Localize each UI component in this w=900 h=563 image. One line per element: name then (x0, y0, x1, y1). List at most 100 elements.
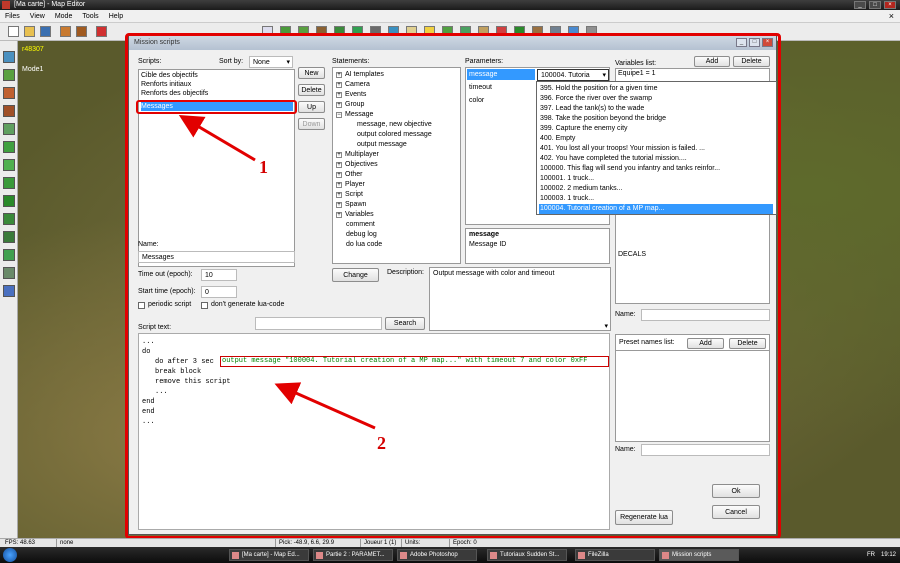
dialog-close-button[interactable]: × (762, 38, 773, 47)
add-variable-button[interactable]: Add (694, 56, 730, 67)
house-icon[interactable] (3, 105, 15, 117)
unit-icon[interactable] (3, 249, 15, 261)
dropdown-item[interactable]: 100003. 1 truck... (539, 194, 773, 204)
statement-node[interactable]: + Camera (336, 80, 370, 89)
expand-icon[interactable]: + (336, 182, 342, 188)
statement-node[interactable]: + Player (336, 180, 365, 189)
starttime-input[interactable]: 0 (201, 286, 237, 298)
dropdown-item[interactable]: 397. Lead the tank(s) to the wade (539, 104, 773, 114)
statements-tree[interactable]: + AI templates + Camera + Events + Group − Me… (332, 67, 461, 264)
statement-node[interactable]: + Other (336, 170, 363, 179)
start-button-icon[interactable] (3, 548, 17, 562)
script-search-input[interactable] (255, 317, 382, 330)
expand-icon[interactable]: + (336, 92, 342, 98)
expand-icon[interactable]: + (336, 152, 342, 158)
dropdown-item[interactable]: 100001. 1 truck... (539, 174, 773, 184)
dropdown-item[interactable]: 402. You have completed the tutorial mis… (539, 154, 773, 164)
script-item[interactable]: Renforts initiaux (141, 80, 191, 89)
new-file-icon[interactable] (8, 26, 19, 37)
statement-node[interactable]: + Objectives (336, 160, 378, 169)
timeout-input[interactable]: 10 (201, 269, 237, 281)
tree-icon[interactable] (3, 213, 15, 225)
layer-icon[interactable] (3, 51, 15, 63)
statement-leaf[interactable]: comment (346, 220, 375, 229)
new-script-button[interactable]: New (298, 67, 325, 79)
taskbar-item-active[interactable]: Mission scripts (659, 549, 739, 561)
statement-node[interactable]: − Message (336, 110, 373, 119)
param-row-color[interactable]: color (467, 95, 535, 106)
layer-icon[interactable] (3, 69, 15, 81)
variable-item[interactable]: DECALS (618, 251, 646, 258)
variable-item[interactable]: Equipe1 = 1 (618, 70, 656, 77)
unit-icon[interactable] (3, 231, 15, 243)
dropdown-item[interactable]: 100002. 2 medium tanks... (539, 184, 773, 194)
delete-preset-button[interactable]: Delete (729, 338, 766, 349)
taskbar-item[interactable]: Tutoriaux Sudden St... (487, 549, 567, 561)
person-icon[interactable] (3, 285, 15, 297)
statement-leaf[interactable]: debug log (346, 230, 377, 239)
expand-icon[interactable]: + (336, 82, 342, 88)
menu-mode[interactable]: Mode (55, 13, 73, 20)
save-icon[interactable] (40, 26, 51, 37)
script-text-area[interactable]: ... do do after 3 sec output message "10… (138, 333, 610, 530)
script-item[interactable]: Cible des objectifs (141, 71, 198, 80)
sortby-select[interactable]: None ▾ (249, 56, 293, 68)
dropdown-item[interactable]: 401. You lost all your troops! Your miss… (539, 144, 773, 154)
statement-node[interactable]: + Spawn (336, 200, 366, 209)
taskbar-item[interactable]: [Ma carte] - Map Ed... (229, 549, 309, 561)
dialog-minimize-button[interactable]: _ (736, 38, 747, 47)
param-row-timeout[interactable]: timeout (467, 82, 535, 93)
expand-icon[interactable]: + (336, 202, 342, 208)
language-indicator[interactable]: FR (867, 547, 875, 563)
maximize-button[interactable]: □ (869, 1, 881, 9)
statement-leaf[interactable]: do lua code (346, 240, 382, 249)
dialog-maximize-button[interactable]: □ (749, 38, 760, 47)
clock[interactable]: 19:12 (881, 547, 896, 563)
cd-icon[interactable] (96, 26, 107, 37)
message-dropdown-list[interactable]: 395. Hold the position for a given time … (536, 81, 777, 215)
expand-icon[interactable]: + (336, 102, 342, 108)
dropdown-item[interactable]: 396. Force the river over the swamp (539, 94, 773, 104)
menu-files[interactable]: Files (5, 13, 20, 20)
taskbar-item[interactable]: Partie 2 : PARAMET... (313, 549, 393, 561)
menu-tools[interactable]: Tools (82, 13, 98, 20)
statement-leaf[interactable]: output message (357, 140, 407, 149)
scrollbar-arrow-icon[interactable]: ▾ (604, 322, 608, 330)
dropdown-item[interactable]: 100000. This flag will send you infantry… (539, 164, 773, 174)
regenerate-lua-button[interactable]: Regenerate lua (615, 510, 673, 525)
statement-node[interactable]: + Script (336, 190, 363, 199)
minimize-button[interactable]: _ (854, 1, 866, 9)
dropdown-item-selected[interactable]: 100004. Tutorial creation of a MP map... (539, 204, 773, 214)
grass-icon[interactable] (3, 159, 15, 171)
menu-view[interactable]: View (30, 13, 45, 20)
expand-icon[interactable]: + (336, 212, 342, 218)
move-down-button[interactable]: Down (298, 118, 325, 130)
statement-node[interactable]: + Group (336, 100, 364, 109)
statement-node[interactable]: + Events (336, 90, 366, 99)
collapse-icon[interactable]: − (336, 112, 342, 118)
expand-icon[interactable]: + (336, 192, 342, 198)
grass-icon[interactable] (3, 141, 15, 153)
delete-variable-button[interactable]: Delete (733, 56, 770, 67)
script-name-input[interactable]: Messages (138, 251, 295, 263)
open-icon[interactable] (24, 26, 35, 37)
periodic-checkbox[interactable] (138, 302, 145, 309)
script-item[interactable]: Renforts des objectifs (141, 89, 208, 98)
statement-node[interactable]: + AI templates (336, 70, 384, 79)
house-icon[interactable] (3, 87, 15, 99)
menubar-close-icon[interactable]: × (889, 10, 894, 23)
search-button[interactable]: Search (385, 317, 425, 330)
expand-icon[interactable]: + (336, 172, 342, 178)
delete-script-button[interactable]: Delete (298, 84, 325, 96)
variable-name-input[interactable] (641, 309, 770, 321)
preset-name-input[interactable] (641, 444, 770, 456)
taskbar-item[interactable]: FileZilla (575, 549, 655, 561)
move-up-button[interactable]: Up (298, 101, 325, 113)
cancel-button[interactable]: Cancel (712, 505, 760, 519)
param-row-message[interactable]: message (467, 69, 535, 80)
expand-icon[interactable]: + (336, 162, 342, 168)
statement-node[interactable]: + Variables (336, 210, 374, 219)
highlighted-statement[interactable]: output message "100004. Tutorial creatio… (220, 356, 609, 367)
tree-icon[interactable] (3, 195, 15, 207)
expand-icon[interactable]: + (336, 72, 342, 78)
